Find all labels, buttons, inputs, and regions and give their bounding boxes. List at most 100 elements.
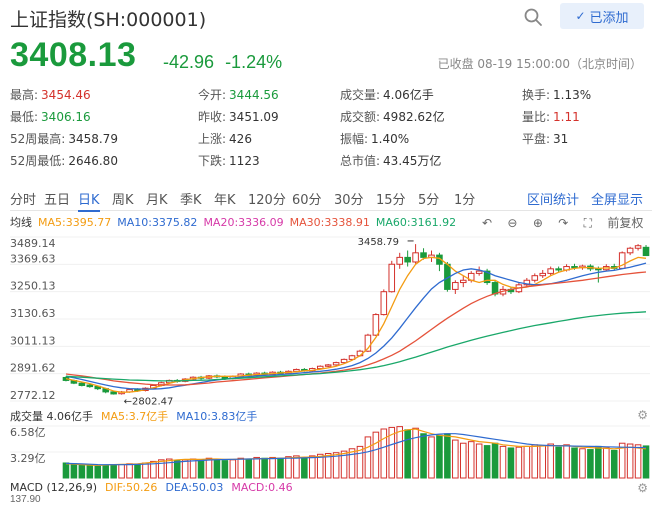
volume-bar bbox=[293, 455, 300, 479]
candle-body bbox=[316, 365, 324, 370]
macd-legend-item-0: MACD (12,26,9) bbox=[10, 481, 98, 494]
volume-bar bbox=[396, 426, 403, 479]
candle-body bbox=[78, 382, 86, 386]
stat-item: 成交额: 4982.62亿 bbox=[340, 108, 445, 125]
tab-9[interactable]: 30分 bbox=[334, 189, 364, 208]
stat-item: 换手: 1.13% bbox=[522, 86, 591, 103]
volume-bar bbox=[118, 464, 125, 479]
volume-bar bbox=[436, 434, 443, 479]
volume-bar bbox=[94, 465, 102, 479]
volume-bar bbox=[277, 457, 284, 479]
stat-value: 1.13% bbox=[553, 88, 592, 102]
market-status: 已收盘 08-19 15:00:00（北京时间） bbox=[437, 57, 642, 71]
stat-item: 最低: 3406.16 bbox=[10, 108, 91, 125]
fullscreen-icon[interactable]: ⛶ bbox=[584, 216, 592, 230]
tab-5[interactable]: 季K bbox=[180, 189, 202, 208]
stat-label: 52周最高: bbox=[10, 132, 66, 146]
candle-body bbox=[412, 252, 419, 263]
tab-7[interactable]: 120分 bbox=[248, 189, 286, 208]
volume-bar bbox=[380, 428, 388, 479]
tab-11[interactable]: 5分 bbox=[418, 189, 439, 208]
candle-body bbox=[380, 291, 388, 316]
tab-1[interactable]: 五日 bbox=[44, 189, 70, 208]
range-stats-link[interactable]: 区间统计 bbox=[527, 189, 579, 208]
macd-legend: MACD (12,26,9) DIF:50.26 DEA:50.03 MACD:0.4… bbox=[10, 481, 301, 494]
stat-item: 最高: 3454.46 bbox=[10, 86, 91, 103]
tab-0[interactable]: 分时 bbox=[10, 189, 36, 208]
check-icon: ✓ bbox=[575, 9, 586, 23]
volume-bar bbox=[134, 464, 141, 479]
volume-bar bbox=[70, 463, 78, 479]
stat-value: 31 bbox=[553, 132, 569, 146]
candle-body bbox=[459, 279, 467, 284]
tab-2[interactable]: 日K bbox=[78, 189, 100, 212]
volume-bar bbox=[547, 443, 554, 479]
stat-item: 平盘: 31 bbox=[522, 130, 568, 147]
ma20-line bbox=[65, 271, 647, 386]
volume-bar bbox=[603, 447, 610, 479]
undo-icon[interactable]: ↶ bbox=[482, 216, 492, 230]
stat-label: 总市值: bbox=[340, 154, 381, 168]
stat-label: 量比: bbox=[522, 110, 551, 124]
volume-bar bbox=[412, 427, 419, 479]
volume-bar bbox=[634, 444, 642, 479]
macd-axis-tick: 137.90 bbox=[10, 494, 41, 505]
volume-bar bbox=[261, 457, 268, 479]
tab-4[interactable]: 月K bbox=[146, 189, 168, 208]
ma-legend-item-3: MA20:3336.09 bbox=[203, 216, 284, 229]
redo-icon[interactable]: ↷ bbox=[558, 216, 568, 230]
change-value: -42.96 bbox=[163, 52, 215, 72]
ma5-line bbox=[65, 256, 647, 393]
candle-body bbox=[452, 282, 459, 290]
volume-bar bbox=[189, 458, 197, 479]
vol-tick-label: 6.58亿 bbox=[10, 426, 46, 439]
volume-bar bbox=[348, 448, 356, 479]
candle-body bbox=[555, 268, 562, 271]
adjust-button[interactable]: 前复权 bbox=[607, 216, 643, 230]
volume-bar bbox=[86, 464, 94, 479]
volume-chart[interactable]: 6.58亿 3.29亿 bbox=[0, 422, 662, 480]
gear-icon[interactable]: ⚙ bbox=[637, 408, 648, 422]
added-watchlist-button[interactable]: ✓ 已添加 bbox=[560, 3, 644, 29]
tab-10[interactable]: 15分 bbox=[376, 189, 406, 208]
volume-bar bbox=[491, 442, 499, 479]
volume-bar bbox=[467, 441, 475, 479]
candle-body bbox=[634, 245, 642, 249]
volume-bar bbox=[229, 459, 237, 479]
stat-item: 52周最高: 3458.79 bbox=[10, 130, 118, 147]
stat-value: 1.11 bbox=[553, 110, 580, 124]
tab-12[interactable]: 1分 bbox=[454, 189, 475, 208]
volume-bar bbox=[507, 447, 515, 479]
stat-value: 426 bbox=[229, 132, 252, 146]
stat-value: 4982.62亿 bbox=[383, 110, 445, 124]
fullscreen-link[interactable]: 全屏显示 bbox=[591, 189, 643, 208]
zoom-out-icon[interactable]: ⊖ bbox=[507, 216, 517, 230]
y-tick-label: 3250.13 bbox=[10, 280, 56, 293]
candle-body bbox=[475, 270, 483, 274]
volume-bar bbox=[420, 433, 427, 479]
kline-chart[interactable]: 3489.14 3369.63 3250.13 3130.63 3011.13 2891.… bbox=[0, 231, 662, 407]
zoom-in-icon[interactable]: ⊕ bbox=[533, 216, 543, 230]
gear-icon[interactable]: ⚙ bbox=[637, 481, 648, 495]
volume-bar bbox=[475, 443, 483, 479]
tab-3[interactable]: 周K bbox=[112, 189, 134, 208]
ma-legend-item-1: MA5:3395.77 bbox=[38, 216, 112, 229]
tab-8[interactable]: 60分 bbox=[292, 189, 322, 208]
candle-body bbox=[539, 272, 547, 277]
y-tick-label: 3489.14 bbox=[10, 237, 56, 250]
volume-bar bbox=[205, 457, 213, 479]
volume-bar bbox=[197, 459, 205, 479]
stat-item: 上涨: 426 bbox=[198, 130, 252, 147]
stat-item: 成交量: 4.06亿手 bbox=[340, 86, 434, 103]
volume-bar bbox=[499, 445, 507, 479]
candle-body bbox=[626, 247, 634, 254]
volume-bar bbox=[483, 445, 491, 479]
volume-bar bbox=[126, 463, 133, 479]
search-icon[interactable] bbox=[523, 7, 543, 27]
volume-bar bbox=[364, 436, 372, 479]
stat-value: 1123 bbox=[229, 154, 260, 168]
tab-6[interactable]: 年K bbox=[214, 189, 236, 208]
y-tick-label: 2891.62 bbox=[10, 362, 56, 375]
volume-bar bbox=[269, 456, 276, 479]
stat-item: 今开: 3444.56 bbox=[198, 86, 279, 103]
